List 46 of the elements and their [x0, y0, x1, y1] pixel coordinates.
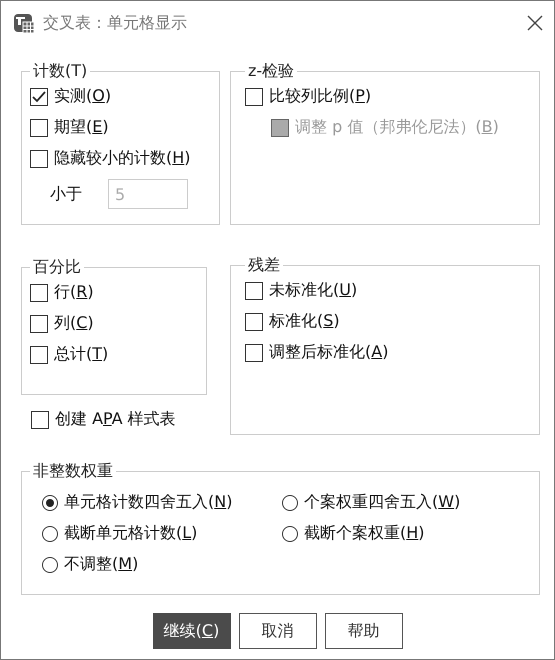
checkbox-label: 期望(E)	[54, 117, 109, 138]
checkbox[interactable]	[30, 314, 48, 332]
dialog-button[interactable]: 取消	[238, 613, 316, 649]
group-title: 百分比	[32, 257, 82, 278]
radio-label: 截断个案权重(H)	[304, 523, 425, 544]
checkbox-label: 总计(T)	[54, 344, 108, 365]
checkbox-label: 创建 APA 样式表	[55, 409, 176, 430]
checkbox-label: 比较列比例(P)	[269, 86, 372, 107]
group-title: z-检验	[247, 61, 296, 82]
checkbox-label: 行(R)	[54, 282, 94, 303]
checkbox-label: 列(C)	[54, 313, 94, 334]
checkmark-icon	[32, 90, 46, 102]
checkbox-label: 调整后标准化(A)	[269, 342, 388, 363]
checkbox[interactable]	[245, 282, 263, 300]
checkbox[interactable]	[30, 118, 48, 136]
radio-label: 截断单元格计数(L)	[64, 523, 198, 544]
checkbox[interactable]	[30, 150, 48, 168]
radio-button[interactable]	[282, 494, 298, 510]
checkbox[interactable]	[30, 88, 48, 106]
checkbox[interactable]	[31, 410, 49, 428]
dialog-button[interactable]: 帮助	[324, 613, 402, 649]
table-app-icon	[13, 12, 35, 34]
checkbox[interactable]	[30, 346, 48, 364]
checkbox-label: 隐藏较小的计数(H)	[54, 148, 191, 169]
checkbox[interactable]	[245, 88, 263, 106]
radio-button[interactable]	[42, 494, 58, 510]
group-title: 残差	[247, 255, 281, 276]
field-label: 小于	[50, 184, 82, 204]
radio-button[interactable]	[42, 556, 58, 572]
checkbox[interactable]	[245, 344, 263, 362]
group-title: 计数(T)	[32, 61, 88, 82]
radio-label: 个案权重四舍五入(W)	[304, 492, 460, 513]
checkbox[interactable]	[30, 284, 48, 302]
window-title: 交叉表：单元格显示	[43, 12, 188, 34]
checkbox-label: 标准化(S)	[269, 311, 340, 332]
dialog-button[interactable]: 继续(C)	[152, 613, 230, 649]
radio-button[interactable]	[282, 526, 298, 542]
checkbox[interactable]	[245, 312, 263, 330]
close-icon[interactable]	[526, 14, 544, 32]
checkbox-label: 未标准化(U)	[269, 280, 358, 301]
group-title: 非整数权重	[32, 461, 114, 482]
radio-button[interactable]	[42, 526, 58, 542]
radio-label: 不调整(M)	[64, 554, 138, 575]
radio-label: 单元格计数四舍五入(N)	[64, 492, 232, 513]
checkbox-label: 调整 p 值（邦弗伦尼法）(B)	[295, 117, 499, 138]
checkbox-label: 实测(O)	[54, 86, 112, 107]
